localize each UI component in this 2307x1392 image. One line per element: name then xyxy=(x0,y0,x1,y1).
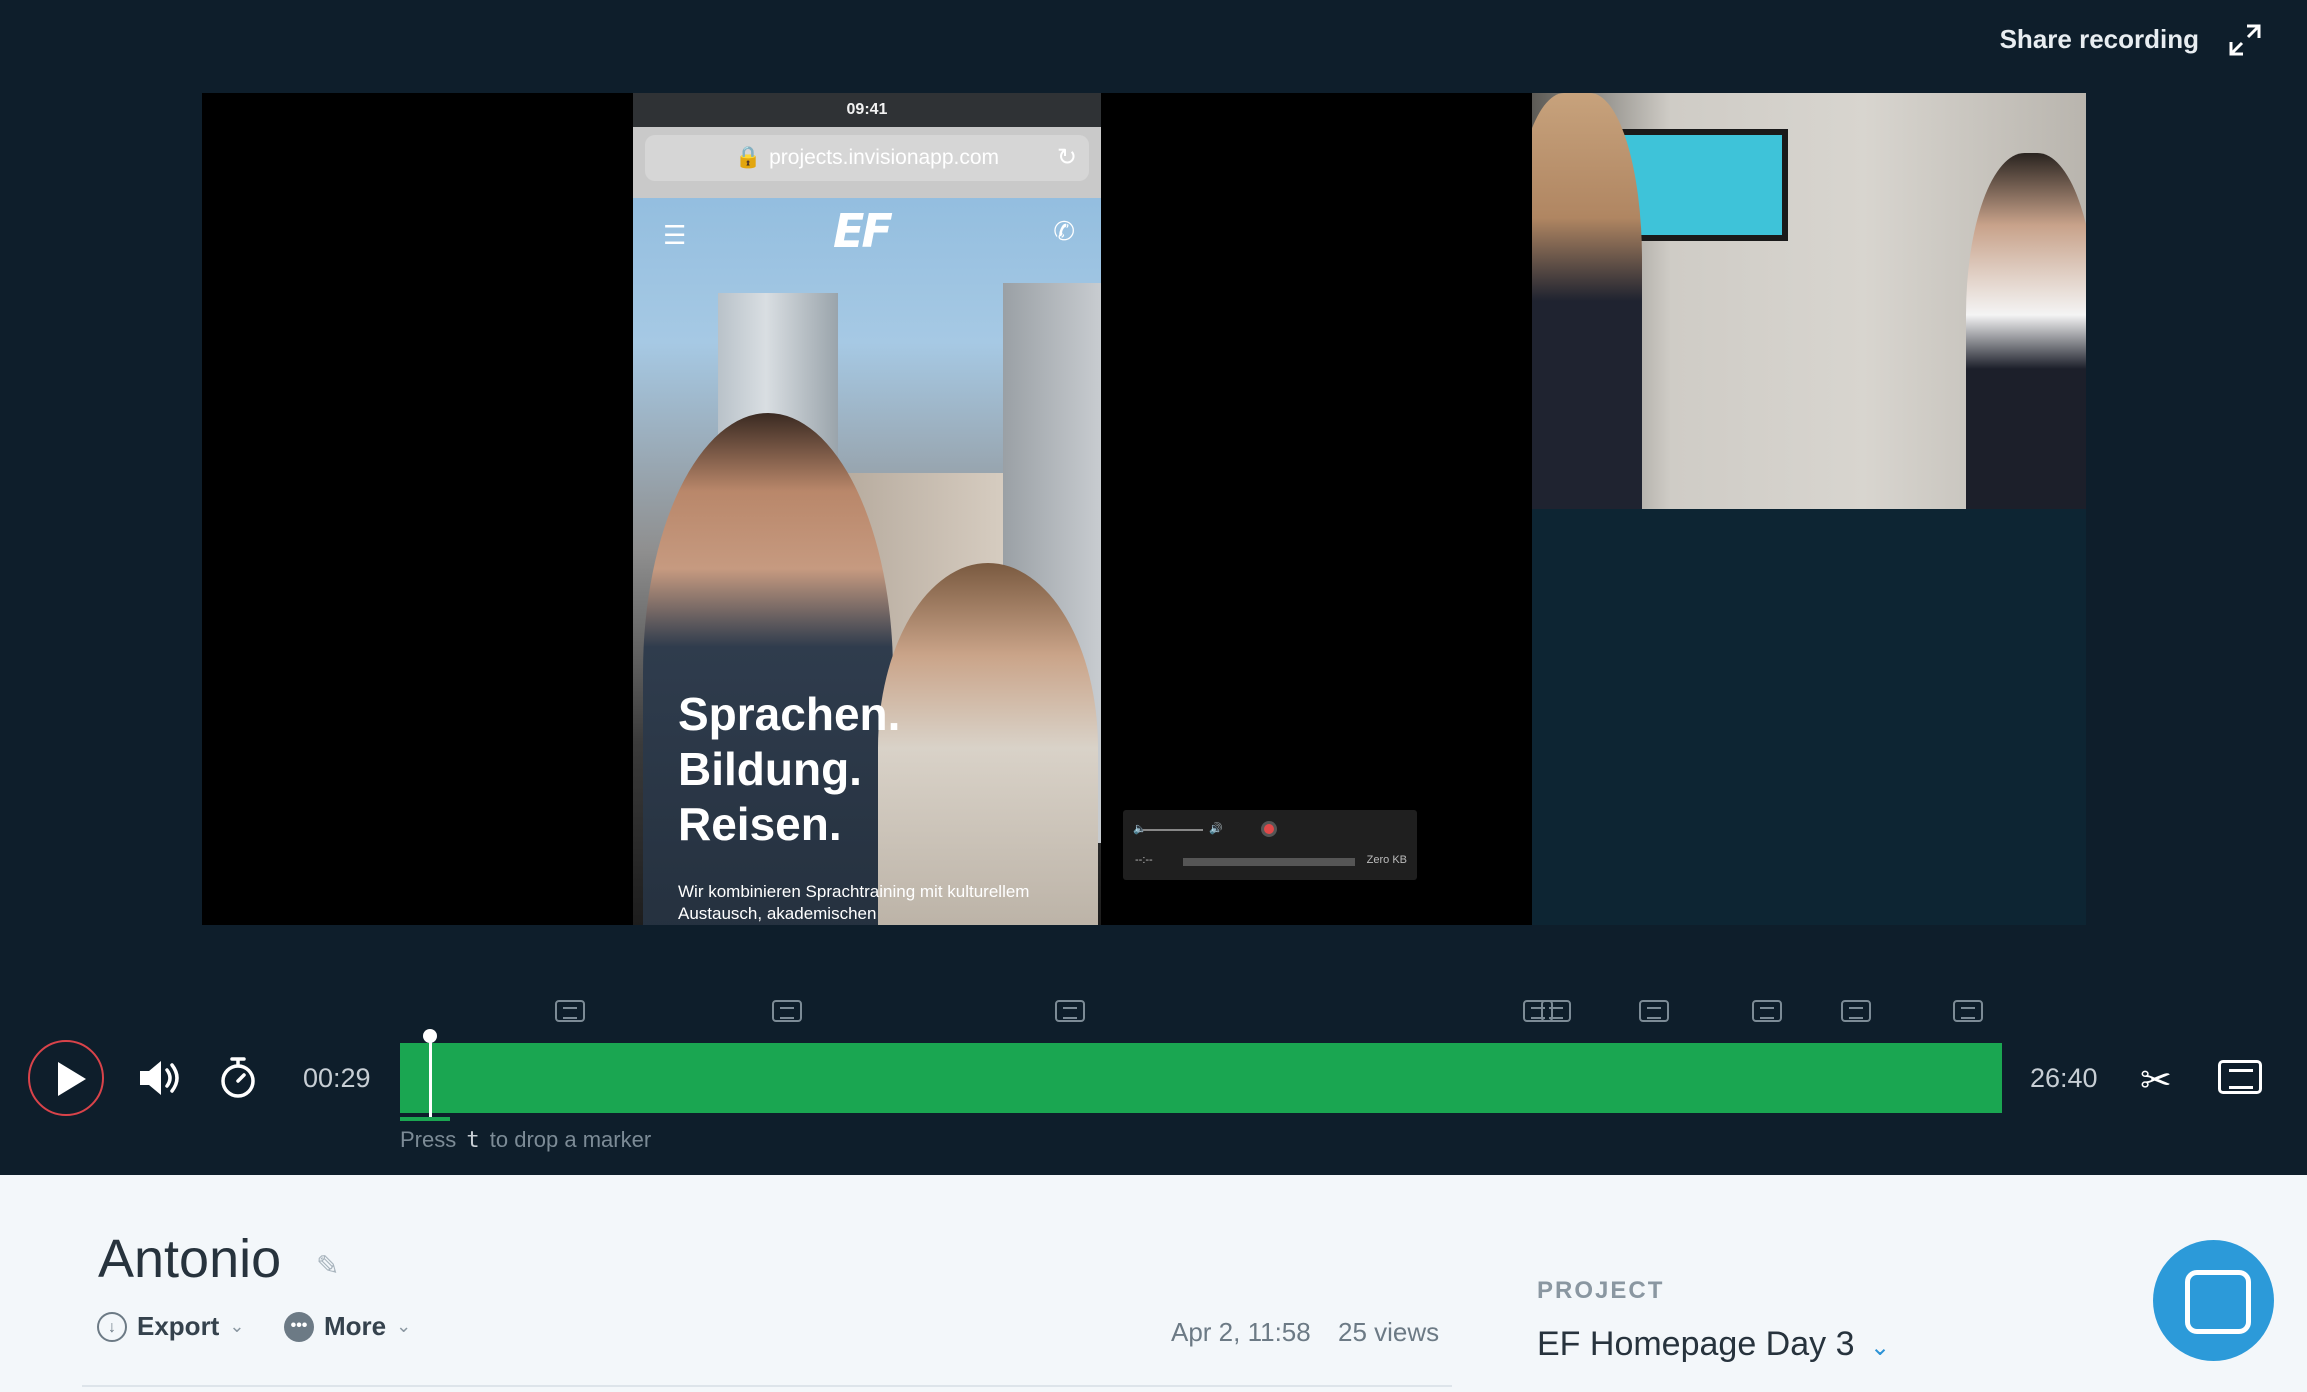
reload-icon: ↻ xyxy=(1056,144,1077,171)
record-dot-icon xyxy=(1261,821,1277,837)
lock-icon: 🔒 xyxy=(734,146,762,169)
note-marker-icon[interactable] xyxy=(1639,1000,1669,1022)
headline-line-2: Bildung. xyxy=(678,743,862,795)
divider xyxy=(82,1385,1452,1387)
note-marker-icon[interactable] xyxy=(1055,1000,1085,1022)
session-details-panel: Antonio ✎ ↓ Export ⌄ ••• More ⌄ Apr 2, 1… xyxy=(0,1175,2307,1392)
session-date: Apr 2, 11:58 xyxy=(1171,1317,1311,1347)
more-label: More xyxy=(324,1311,387,1341)
woman-figure xyxy=(878,563,1098,925)
note-marker-icon[interactable] xyxy=(772,1000,802,1022)
note-marker-icon[interactable] xyxy=(1841,1000,1871,1022)
notes-icon[interactable] xyxy=(2218,1060,2262,1094)
headline-line-3: Reisen. xyxy=(678,798,842,850)
project-selector[interactable]: EF Homepage Day 3 xyxy=(1537,1325,1855,1364)
volume-icon[interactable] xyxy=(136,1056,186,1100)
expand-icon[interactable] xyxy=(2227,22,2263,58)
ef-logo: EF xyxy=(833,204,893,258)
url-bar: 🔒 projects.invisionapp.com ↻ xyxy=(645,135,1089,181)
screen-recorder-widget: 🔈 🔊 --:-- Zero KB xyxy=(1123,810,1417,880)
hamburger-icon: ☰ xyxy=(663,220,687,250)
note-marker-icon[interactable] xyxy=(1752,1000,1782,1022)
wall-tv xyxy=(1618,129,1788,241)
phone-status-bar: 09:41 xyxy=(633,93,1101,127)
participant-left xyxy=(1532,93,1642,509)
note-marker-icon[interactable] xyxy=(1541,1000,1571,1022)
phone-icon: ✆ xyxy=(1053,216,1075,246)
volume-icon: 🔊 xyxy=(1209,823,1223,835)
marker-track xyxy=(400,1000,2000,1030)
chat-launcher-button[interactable] xyxy=(2153,1240,2274,1361)
hint-prefix: Press xyxy=(400,1127,457,1152)
chevron-down-icon[interactable]: ⌄ xyxy=(1870,1333,1890,1362)
screen-recording: 09:41 🔒 projects.invisionapp.com ↻ ☰ EF ✆… xyxy=(202,93,1532,925)
scissors-icon[interactable]: ✂ xyxy=(2140,1058,2184,1102)
site-nav: ☰ EF ✆ xyxy=(633,198,1101,268)
export-button[interactable]: ↓ Export ⌄ xyxy=(97,1311,244,1342)
recorder-level-bar xyxy=(1183,858,1355,866)
share-recording-link[interactable]: Share recording xyxy=(2000,24,2199,55)
participant-right xyxy=(1966,153,2086,509)
export-icon: ↓ xyxy=(97,1311,127,1342)
session-title: Antonio xyxy=(98,1229,282,1289)
note-marker-icon[interactable] xyxy=(1953,1000,1983,1022)
total-time: 26:40 xyxy=(2030,1063,2098,1093)
video-stage[interactable]: 09:41 🔒 projects.invisionapp.com ↻ ☰ EF ✆… xyxy=(202,93,2086,925)
url-text: projects.invisionapp.com xyxy=(769,146,1000,169)
export-label: Export xyxy=(137,1311,220,1341)
more-button[interactable]: ••• More ⌄ xyxy=(284,1311,411,1342)
project-label: PROJECT xyxy=(1537,1277,1665,1304)
webcam-empty-area xyxy=(1532,509,2086,925)
timeline-progress xyxy=(400,1043,2002,1113)
note-marker-icon[interactable] xyxy=(555,1000,585,1022)
site-subtext: Wir kombinieren Sprachtraining mit kultu… xyxy=(678,882,1030,923)
hint-key: t xyxy=(466,1128,480,1153)
recorder-size: Zero KB xyxy=(1366,854,1407,866)
pencil-icon[interactable]: ✎ xyxy=(316,1249,339,1282)
headline-line-1: Sprachen. xyxy=(678,688,901,740)
marker-hint: Press t to drop a marker xyxy=(400,1127,651,1153)
volume-slider xyxy=(1143,829,1203,831)
webcam-feed xyxy=(1532,93,2086,509)
chevron-down-icon: ⌄ xyxy=(396,1316,412,1336)
current-time: 00:29 xyxy=(303,1063,371,1093)
phone-screen: 09:41 🔒 projects.invisionapp.com ↻ ☰ EF ✆… xyxy=(633,93,1101,925)
timeline-scrubber[interactable] xyxy=(400,1029,2002,1117)
timeline-buffer xyxy=(400,1117,450,1121)
chevron-down-icon: ⌄ xyxy=(229,1316,245,1336)
timer-icon[interactable] xyxy=(218,1054,258,1100)
session-views: 25 views xyxy=(1338,1317,1440,1347)
recorder-time: --:-- xyxy=(1135,854,1153,866)
more-icon: ••• xyxy=(284,1311,314,1342)
playhead-handle[interactable] xyxy=(423,1029,437,1117)
hint-suffix: to drop a marker xyxy=(489,1127,652,1152)
site-headline: Sprachen. Bildung. Reisen. xyxy=(678,687,900,852)
play-button[interactable] xyxy=(28,1040,104,1116)
